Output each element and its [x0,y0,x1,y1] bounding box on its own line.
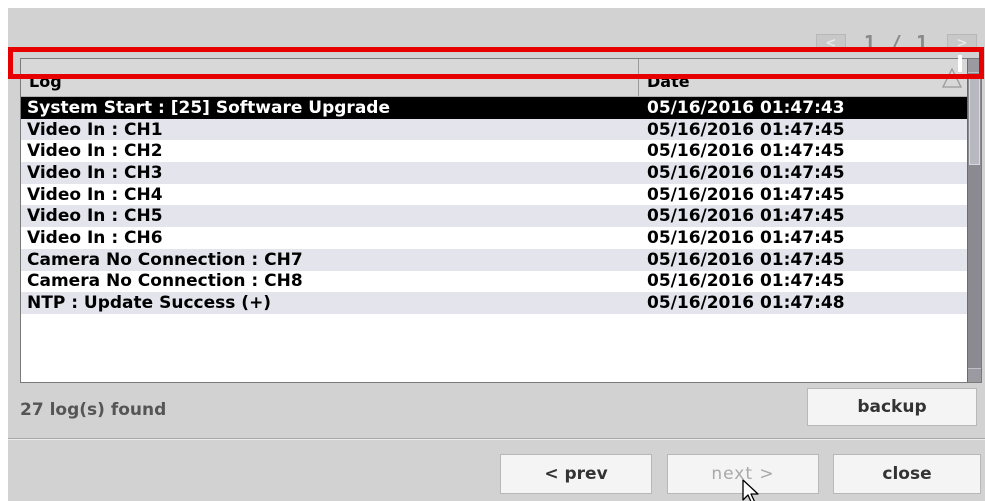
column-header-log[interactable]: Log [21,59,639,96]
table-row[interactable]: Video In : CH2 05/16/2016 01:47:45 [21,140,967,163]
log-table: Log Date System Start : [25] Software Up… [20,58,982,383]
date-cell: 05/16/2016 01:47:45 [647,141,845,162]
table-row[interactable]: Video In : CH1 05/16/2016 01:47:45 [21,118,967,141]
column-header-date-label: Date [647,72,690,91]
table-row[interactable]: NTP : Update Success (+) 05/16/2016 01:47… [21,292,967,314]
date-cell: 05/16/2016 01:47:45 [647,249,845,270]
backup-button[interactable]: backup [807,388,977,426]
log-cell: Video In : CH3 [27,162,163,183]
log-cell: Video In : CH2 [27,141,163,162]
table-row[interactable]: System Start : [25] Software Upgrade 05/1… [21,97,967,119]
mouse-pointer-icon [742,479,759,501]
log-cell: Video In : CH6 [27,227,163,248]
log-cell: Video In : CH5 [27,206,163,227]
close-button[interactable]: close [833,454,981,494]
table-body: System Start : [25] Software Upgrade 05/1… [21,97,967,314]
vertical-scrollbar[interactable] [967,59,981,382]
scroll-down-button[interactable] [968,368,981,382]
log-cell: Video In : CH4 [27,184,163,205]
log-cell: Camera No Connection : CH8 [27,271,303,292]
table-row[interactable]: Camera No Connection : CH7 05/16/2016 01:… [21,248,967,271]
page-prev-button[interactable]: < [815,34,846,52]
log-cell: System Start : [25] Software Upgrade [27,97,390,118]
log-count-label: 27 log(s) found [20,400,167,420]
table-row[interactable]: Camera No Connection : CH8 05/16/2016 01:… [21,270,967,293]
footer-divider-highlight [8,439,985,440]
page-indicator: 1 / 1 [863,31,929,55]
date-cell: 05/16/2016 01:47:43 [647,97,845,118]
page-next-button[interactable]: > [947,34,977,52]
date-cell: 05/16/2016 01:47:45 [647,119,845,140]
event-log-panel: < 1 / 1 > Log Date System Start : [25] S… [8,8,985,501]
scroll-up-button[interactable] [968,59,981,73]
scroll-thumb[interactable] [969,75,980,165]
pager: < 1 / 1 > [815,31,977,55]
log-cell: NTP : Update Success (+) [27,293,272,314]
log-cell: Camera No Connection : CH7 [27,249,303,270]
date-cell: 05/16/2016 01:47:45 [647,271,845,292]
date-cell: 05/16/2016 01:47:45 [647,184,845,205]
date-cell: 05/16/2016 01:47:45 [647,227,845,248]
date-cell: 05/16/2016 01:47:48 [647,293,845,314]
table-row[interactable]: Video In : CH4 05/16/2016 01:47:45 [21,183,967,206]
table-row[interactable]: Video In : CH6 05/16/2016 01:47:45 [21,227,967,249]
column-header-date[interactable]: Date [639,59,967,96]
prev-button[interactable]: < prev [500,454,652,494]
table-header: Log Date [21,59,967,97]
table-row[interactable]: Video In : CH3 05/16/2016 01:47:45 [21,162,967,184]
table-row[interactable]: Video In : CH5 05/16/2016 01:47:45 [21,205,967,228]
log-cell: Video In : CH1 [27,119,163,140]
selection-caret [958,55,962,72]
date-cell: 05/16/2016 01:47:45 [647,162,845,183]
date-cell: 05/16/2016 01:47:45 [647,206,845,227]
